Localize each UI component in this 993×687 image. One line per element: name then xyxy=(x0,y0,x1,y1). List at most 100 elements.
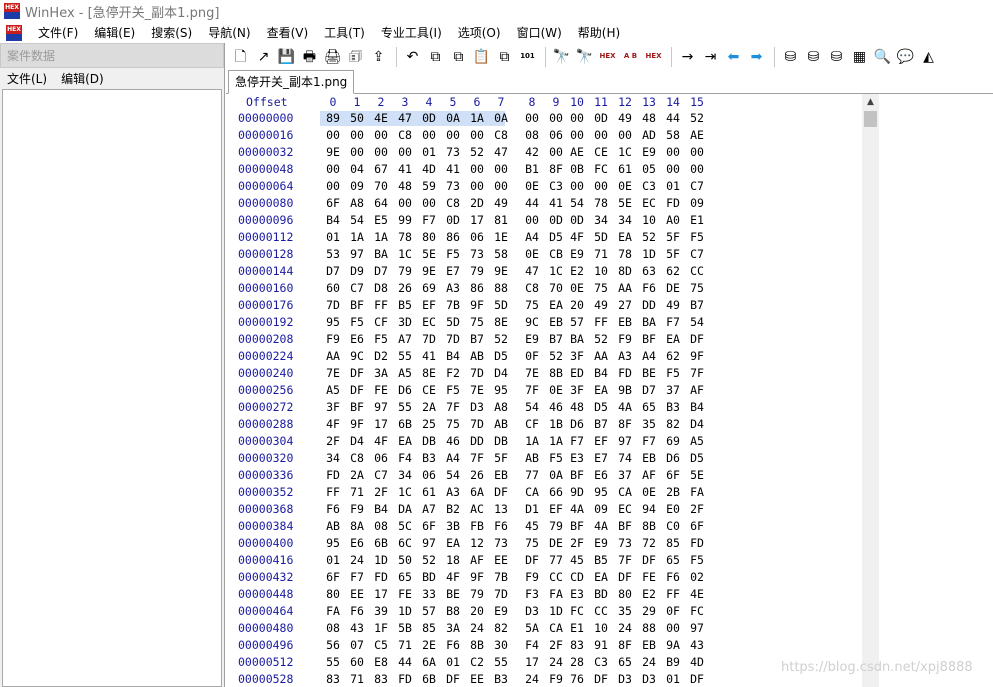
hex-byte[interactable]: 3F xyxy=(565,348,589,365)
hex-byte[interactable]: 54 xyxy=(565,195,589,212)
hex-byte[interactable]: 57 xyxy=(565,314,589,331)
hex-byte[interactable]: 47 xyxy=(393,110,417,127)
hex-byte[interactable]: 57 xyxy=(417,603,441,620)
hex-row[interactable]: 00000048 00 04 67 41 4D 41 00 00 B1 8F 0B FC 61 05 00 00 xyxy=(226,161,861,178)
hex-byte[interactable]: E2 xyxy=(637,586,661,603)
hex-byte[interactable]: 09 xyxy=(685,195,709,212)
hex-byte[interactable]: BF xyxy=(613,518,637,535)
hex-byte[interactable]: D3 xyxy=(637,671,661,687)
menu-item-9[interactable]: 帮助(H) xyxy=(570,23,628,43)
hex-byte[interactable]: 1E xyxy=(489,229,513,246)
hex-byte[interactable]: F7 xyxy=(345,569,369,586)
hex-byte[interactable]: CF xyxy=(520,416,544,433)
hex-byte[interactable]: 60 xyxy=(321,280,345,297)
hex-byte[interactable]: 7D xyxy=(441,331,465,348)
hex-byte[interactable]: D4 xyxy=(685,416,709,433)
hex-byte[interactable]: DF xyxy=(520,552,544,569)
hex-byte[interactable]: 9D xyxy=(565,484,589,501)
hex-byte[interactable]: C5 xyxy=(369,637,393,654)
hex-byte[interactable]: FD xyxy=(613,365,637,382)
hex-byte[interactable]: EC xyxy=(417,314,441,331)
gray-shape-icon[interactable]: ◭ xyxy=(918,46,939,67)
hex-byte[interactable]: 6F xyxy=(417,518,441,535)
hex-byte[interactable]: 7D xyxy=(465,416,489,433)
find-icon[interactable]: 🔭 xyxy=(551,46,572,67)
hex-byte[interactable]: DF xyxy=(589,671,613,687)
hex-byte[interactable]: EE xyxy=(345,586,369,603)
hex-byte[interactable]: 85 xyxy=(661,535,685,552)
hex-byte[interactable]: 94 xyxy=(637,501,661,518)
hex-byte[interactable]: 6B xyxy=(369,535,393,552)
hex-byte[interactable]: F7 xyxy=(661,314,685,331)
hex-byte[interactable]: B7 xyxy=(465,331,489,348)
hex-row[interactable]: 00000464 FA F6 39 1D 57 B8 20 E9 D3 1D FC CC 35 29 0F FC xyxy=(226,603,861,620)
hex-byte[interactable]: C2 xyxy=(465,654,489,671)
hex-row[interactable]: 00000208 F9 E6 F5 A7 7D 7D B7 52 E9 B7 BA 52 F9 BF EA DF xyxy=(226,331,861,348)
vertical-scrollbar[interactable]: ▲ xyxy=(862,94,879,687)
hex-byte[interactable]: E9 xyxy=(637,144,661,161)
hex-byte[interactable]: F7 xyxy=(417,212,441,229)
hex-byte[interactable]: 86 xyxy=(441,229,465,246)
hex-byte[interactable]: 67 xyxy=(369,161,393,178)
hex-byte[interactable]: 4D xyxy=(417,161,441,178)
hex-byte[interactable]: AA xyxy=(613,280,637,297)
hex-byte[interactable]: 1C xyxy=(393,484,417,501)
hex-byte[interactable]: 8B xyxy=(465,637,489,654)
hex-row[interactable]: 00000224 AA 9C D2 55 41 B4 AB D5 0F 52 3F AA A3 A4 62 9F xyxy=(226,348,861,365)
binary-icon[interactable]: 101 xyxy=(517,46,538,67)
hex-byte[interactable]: 82 xyxy=(489,620,513,637)
goto-arrow-icon[interactable]: → xyxy=(677,46,698,67)
hex-byte[interactable]: 5F xyxy=(661,229,685,246)
hex-byte[interactable]: 79 xyxy=(465,586,489,603)
hex-row[interactable]: 00000160 60 C7 D8 26 69 A3 86 88 C8 70 0E 75 AA F6 DE 75 xyxy=(226,280,861,297)
hex-byte[interactable]: 00 xyxy=(465,178,489,195)
hex-byte[interactable]: CE xyxy=(417,382,441,399)
hex-byte[interactable]: 1C xyxy=(613,144,637,161)
hex-byte[interactable]: BD xyxy=(589,586,613,603)
hex-row[interactable]: 00000320 34 C8 06 F4 B3 A4 7F 5F AB F5 E3 E7 74 EB D6 D5 xyxy=(226,450,861,467)
hex-byte[interactable]: 7F xyxy=(613,552,637,569)
hex-byte[interactable]: 49 xyxy=(661,297,685,314)
hex-byte[interactable]: AB xyxy=(465,348,489,365)
hex-byte[interactable]: 0F xyxy=(661,603,685,620)
hex-byte[interactable]: 5D xyxy=(489,297,513,314)
hex-byte[interactable]: 97 xyxy=(685,620,709,637)
hex-byte[interactable]: 7E xyxy=(465,382,489,399)
hex-row[interactable]: 00000432 6F F7 FD 65 BD 4F 9F 7B F9 CC CD EA DF FE F6 02 xyxy=(226,569,861,586)
hex-byte[interactable]: 09 xyxy=(589,501,613,518)
hex-byte[interactable]: 44 xyxy=(661,110,685,127)
hex-byte[interactable]: FF xyxy=(661,586,685,603)
hex-byte[interactable]: 80 xyxy=(613,586,637,603)
zoom-icon[interactable]: 🔍 xyxy=(872,46,893,67)
hex-byte[interactable]: 1A xyxy=(369,229,393,246)
hex-byte[interactable]: FD xyxy=(661,195,685,212)
hex-byte[interactable]: EA xyxy=(393,433,417,450)
hex-byte[interactable]: CF xyxy=(369,314,393,331)
hex-byte[interactable]: 00 xyxy=(489,161,513,178)
hex-byte[interactable]: 59 xyxy=(417,178,441,195)
hex-byte[interactable]: 17 xyxy=(369,416,393,433)
hex-byte[interactable]: A4 xyxy=(637,348,661,365)
hex-byte[interactable]: 97 xyxy=(345,246,369,263)
hex-byte[interactable]: E8 xyxy=(369,654,393,671)
hex-byte[interactable]: BF xyxy=(345,399,369,416)
hex-byte[interactable]: 7B xyxy=(441,297,465,314)
hex-byte[interactable]: 81 xyxy=(489,212,513,229)
hex-byte[interactable]: CE xyxy=(589,144,613,161)
hex-byte[interactable]: BE xyxy=(441,586,465,603)
hex-byte[interactable]: 0A xyxy=(489,110,513,127)
hex-byte[interactable]: 74 xyxy=(613,450,637,467)
hex-byte[interactable]: D4 xyxy=(345,433,369,450)
hex-byte[interactable]: 35 xyxy=(637,416,661,433)
hex-byte[interactable]: 0D xyxy=(589,110,613,127)
hex-byte[interactable]: 00 xyxy=(489,178,513,195)
hex-row[interactable]: 00000384 AB 8A 08 5C 6F 3B FB F6 45 79 BF 4A BF 8B C0 6F xyxy=(226,518,861,535)
hex-row[interactable]: 00000112 01 1A 1A 78 80 86 06 1E A4 D5 4F 5D EA 52 5F F5 xyxy=(226,229,861,246)
menu-item-5[interactable]: 工具(T) xyxy=(316,23,373,43)
hex-byte[interactable]: B4 xyxy=(369,501,393,518)
hex-byte[interactable]: 71 xyxy=(393,637,417,654)
hex-byte[interactable]: 60 xyxy=(345,654,369,671)
hex-byte[interactable]: F9 xyxy=(613,331,637,348)
hex-byte[interactable]: 00 xyxy=(321,178,345,195)
hex-byte[interactable]: 47 xyxy=(520,263,544,280)
